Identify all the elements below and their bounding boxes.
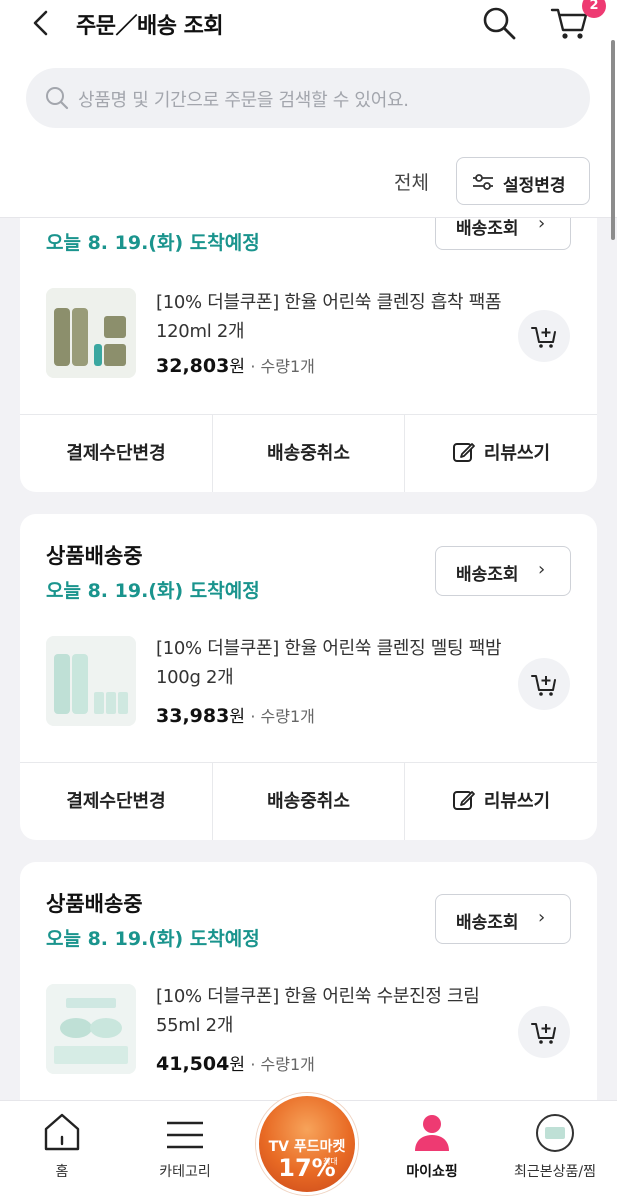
nav-category[interactable]: 카테고리: [125, 1101, 245, 1200]
add-cart-icon: [531, 1023, 556, 1044]
nav-home[interactable]: 홈: [2, 1101, 122, 1200]
delivery-status: 상품배송중: [46, 892, 143, 916]
order-card: 상품배송중 오늘 8. 19.(화) 도착예정 배송조회 › [10% 더블쿠폰…: [20, 862, 597, 1122]
promo-tv-food-market-button[interactable]: TV 푸드마켓 17% 최대: [256, 1093, 358, 1195]
add-to-cart-button[interactable]: [518, 310, 570, 362]
sliders-icon: [473, 174, 493, 190]
order-actions: 결제수단변경 배송중취소 리뷰쓰기: [20, 414, 597, 492]
price-value: 41,504: [156, 1053, 230, 1075]
write-review-button[interactable]: 리뷰쓰기: [404, 415, 597, 492]
arrival-estimate: 오늘 8. 19.(화) 도착예정: [46, 232, 260, 254]
quantity-label: · 수량1개: [250, 1055, 315, 1074]
promo-title: TV 푸드마켓: [268, 1139, 346, 1155]
add-to-cart-button[interactable]: [518, 658, 570, 710]
top-header: 주문／배송 조회 2 상품명 및 기간으로 주문을 검색할 수 있어요. 전체 …: [0, 0, 617, 218]
cancel-shipping-button[interactable]: 배송중취소: [212, 763, 404, 840]
price-row: 32,803원 · 수량1개: [156, 355, 315, 377]
search-icon[interactable]: [480, 4, 518, 42]
settings-change-label: 설정변경: [503, 176, 566, 196]
price-row: 33,983원 · 수량1개: [156, 705, 315, 727]
order-search-input[interactable]: 상품명 및 기간으로 주문을 검색할 수 있어요.: [26, 68, 590, 128]
promo-max-label: 최대: [323, 1157, 338, 1166]
back-arrow-icon[interactable]: [26, 8, 56, 38]
nav-my-shopping[interactable]: 마이쇼핑: [372, 1101, 492, 1200]
cart-count-badge: 2: [582, 0, 606, 18]
edit-icon: [452, 443, 475, 462]
user-icon: [415, 1115, 449, 1151]
home-icon: [44, 1113, 80, 1151]
settings-change-button[interactable]: 설정변경: [456, 157, 590, 205]
order-card: 상품배송중 오늘 8. 19.(화) 도착예정 배송조회 › [10% 더블쿠폰…: [20, 514, 597, 840]
product-thumbnail[interactable]: [46, 636, 136, 726]
price-value: 33,983: [156, 705, 230, 727]
order-actions: 결제수단변경 배송중취소 리뷰쓰기: [20, 762, 597, 840]
page-title: 주문／배송 조회: [76, 14, 224, 39]
delivery-status: 상품배송중: [46, 544, 143, 568]
product-name[interactable]: [10% 더블쿠폰] 한율 어린쑥 수분진정 크림 55ml 2개: [156, 982, 516, 1040]
change-payment-button[interactable]: 결제수단변경: [20, 415, 212, 492]
product-thumbnail[interactable]: [46, 984, 136, 1074]
chevron-right-icon: ›: [538, 559, 546, 580]
filter-period-label[interactable]: 전체: [394, 168, 429, 195]
write-review-button[interactable]: 리뷰쓰기: [404, 763, 597, 840]
quantity-label: · 수량1개: [250, 357, 315, 376]
track-delivery-button[interactable]: 배송조회 ›: [435, 894, 571, 944]
bottom-navigation: 홈 카테고리 TV 푸드마켓 17% 최대 마이쇼핑 최근본상품/찜: [0, 1093, 617, 1200]
quantity-label: · 수량1개: [250, 707, 315, 726]
price-row: 41,504원 · 수량1개: [156, 1053, 315, 1075]
add-to-cart-button[interactable]: [518, 1006, 570, 1058]
add-cart-icon: [531, 675, 556, 696]
product-thumbnail[interactable]: [46, 288, 136, 378]
recent-product-thumbnail-icon: [536, 1114, 574, 1152]
product-name[interactable]: [10% 더블쿠폰] 한율 어린쑥 클렌징 흡착 팩폼 120ml 2개: [156, 288, 516, 346]
add-cart-icon: [531, 327, 556, 348]
change-payment-button[interactable]: 결제수단변경: [20, 763, 212, 840]
arrival-estimate: 오늘 8. 19.(화) 도착예정: [46, 580, 260, 602]
price-value: 32,803: [156, 355, 230, 377]
scrollbar[interactable]: [611, 40, 615, 240]
promo-discount: 17%: [278, 1154, 336, 1182]
search-placeholder: 상품명 및 기간으로 주문을 검색할 수 있어요.: [78, 90, 409, 111]
product-name[interactable]: [10% 더블쿠폰] 한율 어린쑥 클렌징 멜팅 팩밤 100g 2개: [156, 634, 516, 692]
menu-icon: [167, 1121, 203, 1149]
edit-icon: [452, 791, 475, 810]
cancel-shipping-button[interactable]: 배송중취소: [212, 415, 404, 492]
chevron-right-icon: ›: [538, 907, 546, 928]
track-delivery-button[interactable]: 배송조회 ›: [435, 546, 571, 596]
nav-recent-wishlist[interactable]: 최근본상품/찜: [495, 1101, 615, 1200]
search-icon: [46, 87, 69, 110]
arrival-estimate: 오늘 8. 19.(화) 도착예정: [46, 928, 260, 950]
